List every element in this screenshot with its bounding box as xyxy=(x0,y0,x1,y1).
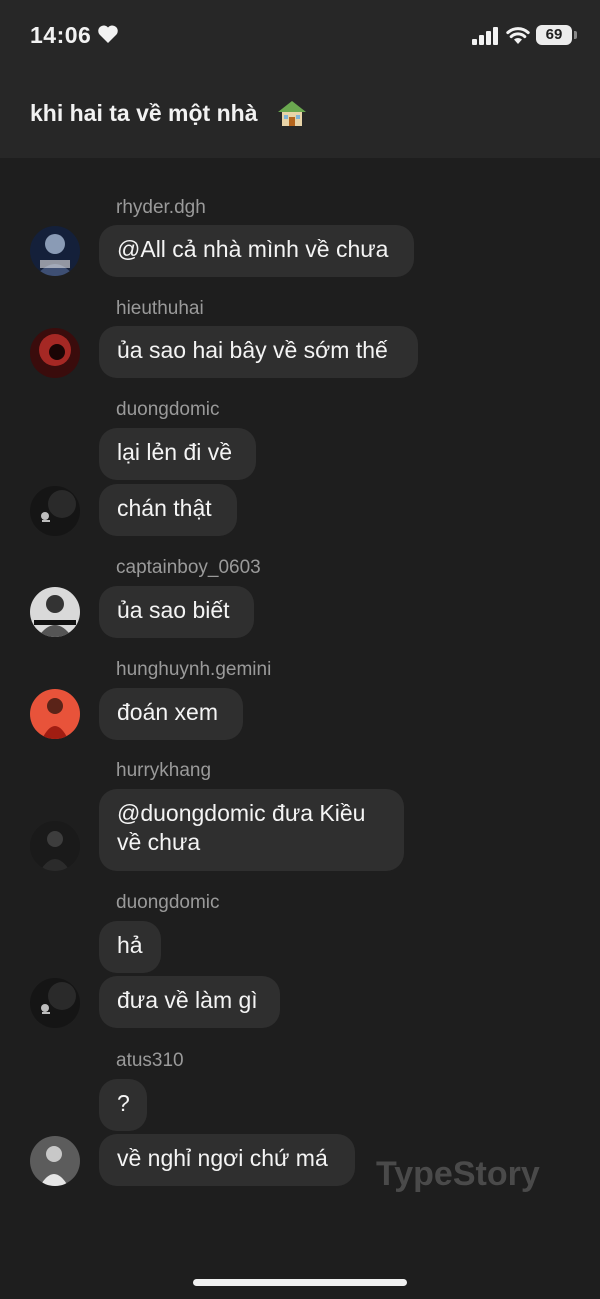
message-bubble[interactable]: về nghỉ ngơi chứ má xyxy=(99,1134,355,1186)
message-bubble[interactable]: ? xyxy=(99,1079,147,1131)
sender-username[interactable]: hieuthuhai xyxy=(116,298,204,320)
sender-username[interactable]: captainboy_0603 xyxy=(116,557,261,579)
avatar[interactable] xyxy=(30,978,80,1028)
avatar[interactable] xyxy=(30,328,80,378)
message-bubble[interactable]: ủa sao hai bây về sớm thế xyxy=(99,326,418,378)
watermark: TypeStory xyxy=(376,1155,540,1193)
sender-username[interactable]: duongdomic xyxy=(116,892,220,914)
message-bubble[interactable]: chán thật xyxy=(99,484,237,536)
sender-username[interactable]: duongdomic xyxy=(116,399,220,421)
message-line: về chưa xyxy=(117,829,201,855)
avatar[interactable] xyxy=(30,486,80,536)
avatar[interactable] xyxy=(30,821,80,871)
sender-username[interactable]: rhyder.dgh xyxy=(116,197,206,219)
cellular-signal-icon xyxy=(472,27,498,45)
message-bubble[interactable]: đưa về làm gì xyxy=(99,976,280,1028)
message-line: @duongdomic đưa Kiều xyxy=(117,800,366,826)
heart-icon xyxy=(98,25,118,43)
battery-indicator: 69 xyxy=(536,25,572,45)
sender-username[interactable]: hunghuynh.gemini xyxy=(116,659,271,681)
avatar[interactable] xyxy=(30,689,80,739)
wifi-icon xyxy=(506,27,530,44)
chat-title[interactable]: khi hai ta về một nhà xyxy=(30,100,258,127)
status-time: 14:06 xyxy=(30,22,92,48)
avatar[interactable] xyxy=(30,1136,80,1186)
avatar[interactable] xyxy=(30,587,80,637)
message-bubble[interactable]: lại lẻn đi về xyxy=(99,428,256,480)
message-bubble[interactable]: @All cả nhà mình về chưa xyxy=(99,225,414,277)
sender-username[interactable]: hurrykhang xyxy=(116,760,211,782)
message-bubble[interactable]: ủa sao biết xyxy=(99,586,254,638)
home-indicator[interactable] xyxy=(193,1279,407,1286)
message-bubble[interactable]: hả xyxy=(99,921,161,973)
message-bubble[interactable]: đoán xem xyxy=(99,688,243,740)
message-bubble[interactable]: @duongdomic đưa Kiều về chưa xyxy=(99,789,404,871)
battery-cap xyxy=(574,31,577,39)
house-emoji-icon xyxy=(278,101,306,126)
avatar[interactable] xyxy=(30,226,80,276)
sender-username[interactable]: atus310 xyxy=(116,1050,184,1072)
